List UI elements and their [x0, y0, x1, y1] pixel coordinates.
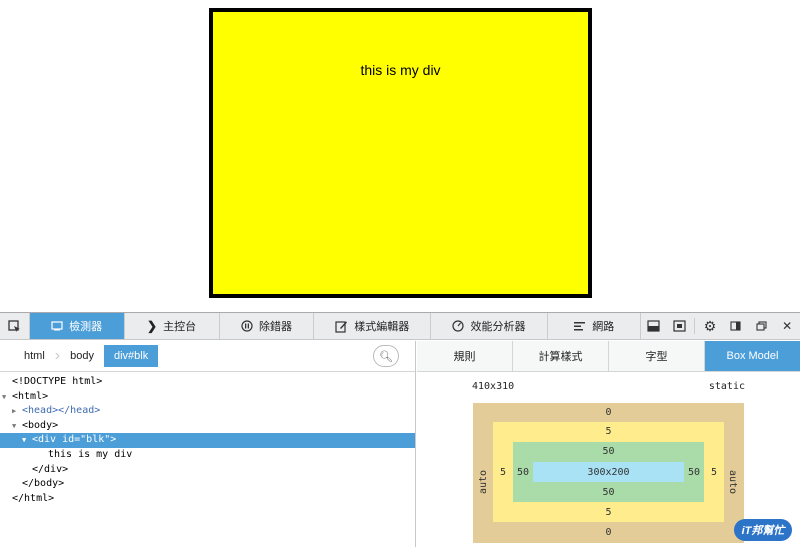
border-top-value[interactable]: 5	[493, 426, 724, 437]
close-devtools-button[interactable]: ✕	[774, 313, 800, 339]
undock-icon	[756, 321, 767, 331]
tab-box-model[interactable]: Box Model	[705, 341, 800, 371]
node-text: <body>	[22, 419, 59, 431]
markup-search-button[interactable]: 🔍︎	[373, 345, 399, 367]
div-text: this is my div	[360, 62, 441, 78]
search-icon: 🔍︎	[379, 350, 393, 363]
tab-computed[interactable]: 計算樣式	[513, 341, 609, 371]
style-editor-icon	[335, 320, 348, 333]
margin-bottom-value[interactable]: 0	[473, 527, 744, 538]
border-left-value[interactable]: 5	[495, 467, 511, 478]
node-text: this is my div	[48, 448, 133, 460]
tab-network[interactable]: 網路	[548, 313, 641, 339]
page-viewport: this is my div	[0, 0, 800, 312]
tree-node-div-close[interactable]: </div>	[0, 463, 415, 478]
triangle-down-icon[interactable]: ▼	[22, 433, 32, 448]
triangle-down-icon[interactable]: ▼	[2, 390, 12, 405]
profiler-icon	[452, 320, 465, 332]
border-bottom-value[interactable]: 5	[493, 507, 724, 518]
padding-bottom-value[interactable]: 50	[513, 487, 704, 498]
tree-node-html[interactable]: ▼ <html>	[0, 390, 415, 405]
inspector-icon	[51, 321, 63, 331]
element-picker-button[interactable]	[0, 313, 30, 339]
content-box: 300x200	[533, 462, 684, 482]
node-text: <!DOCTYPE html>	[12, 376, 103, 387]
breadcrumb-item-body[interactable]: body	[60, 345, 104, 367]
debugger-icon	[241, 320, 253, 332]
tab-rules[interactable]: 規則	[417, 341, 513, 371]
tree-node-body-close[interactable]: </body>	[0, 477, 415, 492]
close-icon: ✕	[782, 319, 793, 333]
tab-label: 網路	[592, 321, 615, 333]
border-right-value[interactable]: 5	[706, 467, 722, 478]
picker-icon	[8, 319, 20, 332]
sidebar-panel: 規則 計算樣式 字型 Box Model 410x310 static 300x…	[417, 341, 800, 547]
breadcrumb: html › body div#blk 🔍︎	[0, 341, 415, 372]
tree-node-body[interactable]: ▼ <body>	[0, 419, 415, 434]
dock-side-button[interactable]	[723, 313, 749, 339]
tab-style-editor[interactable]: 樣式編輯器	[314, 313, 432, 339]
tab-label: 主控台	[163, 321, 197, 333]
console-icon: ❯	[147, 319, 158, 333]
split-console-icon	[647, 320, 660, 332]
breadcrumb-item-div-blk[interactable]: div#blk	[103, 345, 159, 367]
tab-label: 除錯器	[258, 321, 292, 333]
tab-label: 樣式編輯器	[354, 321, 410, 333]
element-dimensions: 410x310	[472, 381, 515, 392]
devtools-panel: 檢測器 ❯ 主控台 除錯器 樣式編輯器 效能分析器 網路 ⚙ ✕ html › …	[0, 312, 800, 547]
tree-node-doctype[interactable]: <!DOCTYPE html>	[0, 375, 415, 390]
tab-debugger[interactable]: 除錯器	[220, 313, 315, 339]
node-text: </body>	[22, 478, 65, 490]
margin-top-value[interactable]: 0	[473, 407, 744, 418]
yellow-div-blk[interactable]: this is my div	[209, 8, 592, 298]
devtools-toolbar: 檢測器 ❯ 主控台 除錯器 樣式編輯器 效能分析器 網路 ⚙ ✕	[0, 313, 800, 340]
network-icon	[574, 321, 586, 330]
breadcrumb-item-html[interactable]: html	[14, 345, 55, 367]
tab-console[interactable]: ❯ 主控台	[125, 313, 220, 339]
node-text: <div id="blk">	[32, 434, 117, 446]
node-text: <head></head>	[22, 405, 101, 417]
triangle-right-icon[interactable]: ▶	[12, 404, 22, 419]
content-size[interactable]: 300x200	[587, 467, 629, 478]
settings-button[interactable]: ⚙	[697, 313, 723, 339]
dock-side-icon	[730, 321, 741, 331]
responsive-mode-button[interactable]	[666, 313, 692, 339]
gear-icon: ⚙	[703, 317, 717, 334]
undock-button[interactable]	[749, 313, 775, 339]
node-text: </div>	[32, 463, 69, 475]
split-console-button[interactable]	[641, 313, 667, 339]
tab-label: 檢測器	[69, 321, 103, 333]
padding-right-value[interactable]: 50	[685, 467, 703, 478]
tree-node-text[interactable]: this is my div	[0, 448, 415, 463]
markup-panel: html › body div#blk 🔍︎ <!DOCTYPE html> ▼…	[0, 341, 416, 547]
watermark-text: iT邦幫忙	[733, 519, 793, 541]
margin-right-value[interactable]: auto	[727, 459, 738, 505]
tab-inspector[interactable]: 檢測器	[29, 313, 125, 339]
markup-tree: <!DOCTYPE html> ▼ <html> ▶ <head></head> ▼…	[0, 372, 415, 506]
padding-left-value[interactable]: 50	[514, 467, 532, 478]
sidebar-tabs: 規則 計算樣式 字型 Box Model	[417, 341, 800, 372]
tab-fonts[interactable]: 字型	[609, 341, 705, 371]
tree-node-div-blk[interactable]: ▼ <div id="blk">	[0, 433, 415, 448]
tree-node-head[interactable]: ▶ <head></head>	[0, 404, 415, 419]
tab-label: 效能分析器	[470, 321, 526, 333]
responsive-icon	[673, 320, 686, 332]
element-position: static	[708, 381, 745, 392]
ithome-watermark-logo: iT邦幫忙	[732, 517, 794, 543]
triangle-down-icon[interactable]: ▼	[12, 419, 22, 434]
margin-left-value[interactable]: auto	[478, 459, 489, 505]
tree-node-html-close[interactable]: </html>	[0, 492, 415, 507]
node-text: </html>	[12, 492, 55, 504]
node-text: <html>	[12, 390, 49, 402]
padding-top-value[interactable]: 50	[513, 446, 704, 457]
toolbar-divider	[694, 318, 696, 334]
tab-profiler[interactable]: 效能分析器	[431, 313, 548, 339]
